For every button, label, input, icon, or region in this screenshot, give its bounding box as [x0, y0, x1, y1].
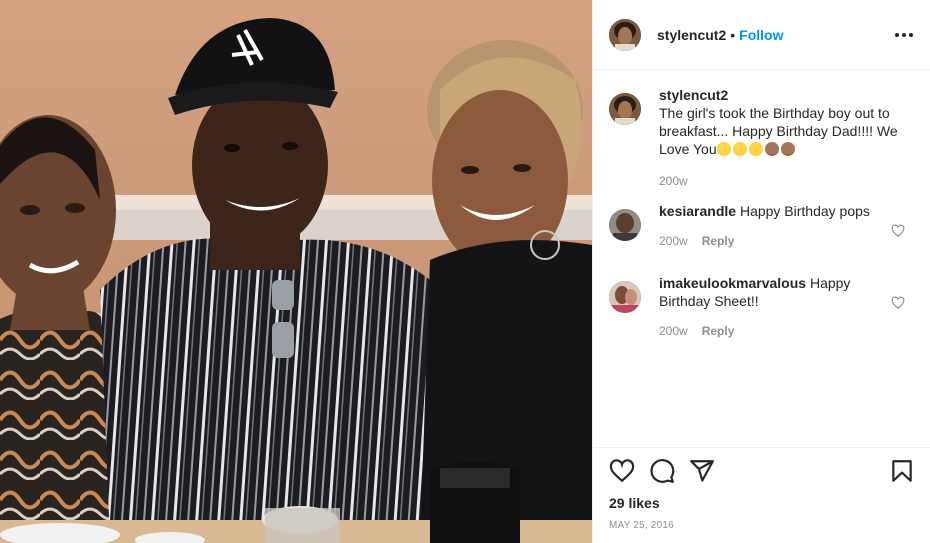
comment-text: Happy Birthday pops — [739, 203, 870, 219]
cake-emoji — [780, 142, 795, 156]
commenter-username[interactable]: kesiarandle — [659, 203, 736, 219]
reply-button[interactable]: Reply — [702, 324, 735, 338]
action-icons — [609, 458, 915, 488]
grinning-face-emoji — [716, 142, 731, 156]
grinning-face-emoji — [748, 142, 763, 156]
author-username[interactable]: stylencut2 — [657, 27, 726, 43]
comment-meta: 200w Reply — [659, 322, 905, 340]
header-separator: • — [730, 26, 736, 43]
cake-emoji — [764, 142, 779, 156]
post-sidebar: stylencut2 • Follow stylencut2 The girl'… — [592, 0, 930, 543]
bookmark-icon[interactable] — [889, 458, 915, 484]
avatar-image — [609, 18, 641, 51]
comment-item: imakeulookmarvalous Happy Birthday Sheet… — [609, 274, 915, 346]
commenter-avatar[interactable] — [609, 281, 641, 313]
reply-button[interactable]: Reply — [702, 234, 735, 248]
author-avatar[interactable] — [609, 18, 641, 51]
more-options-icon[interactable] — [893, 24, 915, 46]
comment-body: imakeulookmarvalous Happy Birthday Sheet… — [659, 274, 905, 346]
speech-bubble-icon[interactable] — [649, 458, 675, 484]
comment-meta: 200w Reply — [659, 232, 905, 250]
comment-time[interactable]: 200w — [659, 234, 688, 248]
caption-username[interactable]: stylencut2 — [659, 87, 728, 103]
post-photo[interactable] — [0, 0, 592, 543]
post-date: MAY 25, 2016 — [609, 520, 674, 531]
grinning-face-emoji — [732, 142, 747, 156]
avatar-image — [609, 209, 641, 241]
caption-avatar[interactable] — [609, 93, 641, 125]
comment-item: kesiarandle Happy Birthday pops 200w Repl… — [609, 202, 915, 274]
caption-time[interactable]: 200w — [659, 174, 688, 188]
follow-button[interactable]: Follow — [739, 27, 783, 43]
comment-time[interactable]: 200w — [659, 324, 688, 338]
post-actions: 29 likes MAY 25, 2016 — [593, 447, 930, 543]
instagram-post: stylencut2 • Follow stylencut2 The girl'… — [0, 0, 930, 543]
avatar-image — [609, 281, 641, 313]
likes-count[interactable]: 29 likes — [609, 495, 660, 511]
caption: stylencut2 The girl's took the Birthday … — [609, 86, 915, 202]
commenter-avatar[interactable] — [609, 209, 641, 241]
comment-body: kesiarandle Happy Birthday pops 200w Repl… — [659, 202, 905, 274]
caption-body: stylencut2 The girl's took the Birthday … — [659, 86, 905, 202]
post-header: stylencut2 • Follow — [593, 0, 930, 70]
photo-illustration — [0, 0, 592, 543]
caption-meta: 200w — [659, 172, 905, 190]
heart-outline-icon[interactable] — [891, 224, 905, 238]
commenter-username[interactable]: imakeulookmarvalous — [659, 275, 806, 291]
comments-list: stylencut2 The girl's took the Birthday … — [593, 70, 930, 447]
heart-outline-icon[interactable] — [609, 458, 635, 484]
paper-plane-icon[interactable] — [689, 458, 715, 484]
avatar-image — [609, 93, 641, 125]
heart-outline-icon[interactable] — [891, 296, 905, 310]
